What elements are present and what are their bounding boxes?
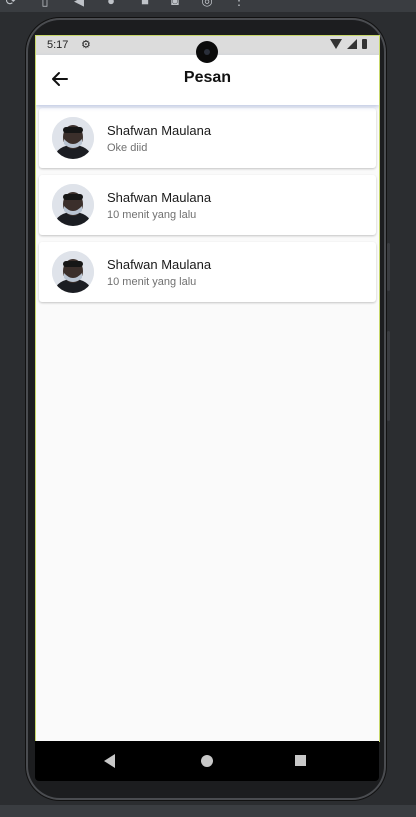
message-list: Shafwan Maulana Oke diid Shafwan Maulana… [39,108,376,309]
camera-icon[interactable]: ◙ [168,0,182,8]
front-camera [196,41,218,63]
device-screen: 5:17 ⚙ Pesan Shafwan Maulana Oke diid Sh… [35,35,380,742]
message-preview: Oke diid [107,142,148,154]
message-item[interactable]: Shafwan Maulana Oke diid [39,108,376,168]
message-preview: 10 menit yang lalu [107,209,197,221]
system-nav-bar [35,741,379,781]
volume-button [387,243,390,291]
status-icons [330,39,367,49]
avatar [52,117,94,159]
battery-icon [362,39,367,49]
page-title: Pesan [183,69,232,86]
rotate-icon[interactable]: ⟳ [4,0,18,8]
message-item[interactable]: Shafwan Maulana 10 menit yang lalu [39,242,376,302]
more-icon[interactable]: ⋮ [232,0,246,8]
settings-icon[interactable]: ◎ [200,0,214,8]
message-preview: 10 menit yang lalu [107,276,197,288]
stop-icon[interactable]: ■ [138,0,152,8]
emulator-toolbar: ⟳ ▯ ◀ ● ■ ◙ ◎ ⋮ [0,0,416,12]
contact-name: Shafwan Maulana [107,190,212,205]
contact-name: Shafwan Maulana [107,257,212,272]
nav-back-icon[interactable] [104,754,115,768]
contact-name: Shafwan Maulana [107,123,212,138]
power-button [387,331,390,421]
rotate-right-icon[interactable]: ▯ [38,0,52,8]
nav-recents-icon[interactable] [295,755,306,766]
avatar [52,251,94,293]
nav-home-icon[interactable] [201,755,213,767]
volume-icon[interactable]: ◀ [72,0,86,8]
signal-icon [347,39,357,49]
emulator-bottom-strip [0,805,416,817]
wifi-icon [330,39,342,49]
status-time: 5:17 [47,39,69,51]
gear-icon: ⚙ [81,39,91,51]
message-item[interactable]: Shafwan Maulana 10 menit yang lalu [39,175,376,235]
avatar [52,184,94,226]
power-icon[interactable]: ● [104,0,118,8]
